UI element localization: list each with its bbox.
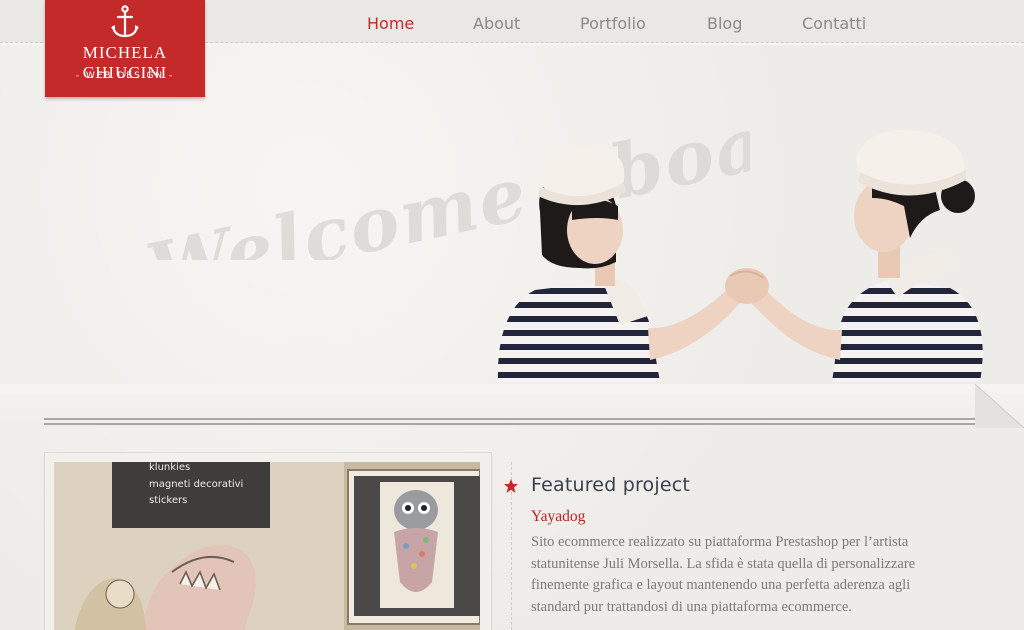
- main-nav: Home About Portfolio Blog Contatti: [0, 14, 1024, 36]
- thumbnail-menu-item: klunkies: [149, 462, 191, 473]
- shelf-rule: [44, 418, 976, 425]
- featured-heading: Featured project: [531, 474, 691, 496]
- thumbnail-menu-item: magneti decorativi: [149, 479, 244, 490]
- thumbnail-dropdown: klunkies magneti decorativi stickers: [112, 462, 270, 528]
- page: MICHELA CHIUCINI WEB DESIGN Home About P…: [0, 0, 1024, 630]
- nav-about[interactable]: About: [473, 14, 520, 33]
- corner-fold: [975, 384, 1024, 428]
- nav-portfolio[interactable]: Portfolio: [580, 14, 646, 33]
- featured-project-link[interactable]: Yayadog: [531, 508, 585, 526]
- nav-contatti[interactable]: Contatti: [802, 14, 866, 33]
- nav-home[interactable]: Home: [367, 14, 414, 33]
- hero-illustration: [497, 129, 983, 382]
- featured-description: Sito ecommerce realizzato su piattaforma…: [531, 534, 916, 615]
- thumbnail-menu-item: stickers: [149, 495, 188, 506]
- logo-tagline: WEB DESIGN: [45, 71, 205, 81]
- star-icon: [504, 479, 518, 493]
- nav-blog[interactable]: Blog: [707, 14, 742, 33]
